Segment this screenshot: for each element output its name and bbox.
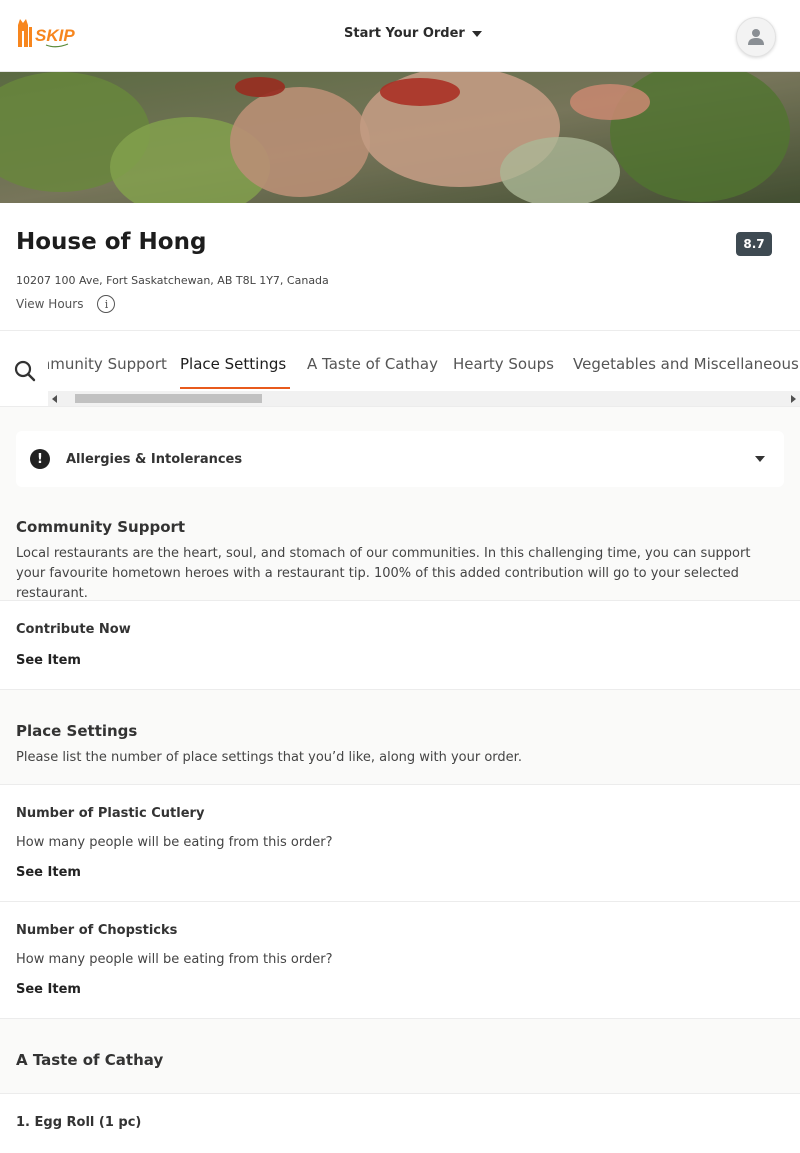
tab-vegetables-and-miscellaneous[interactable]: Vegetables and Miscellaneous — [573, 355, 799, 373]
see-item-button[interactable]: See Item — [16, 982, 81, 997]
section-title-place-settings: Place Settings — [16, 722, 138, 740]
view-hours-link[interactable]: View Hours i — [16, 295, 116, 313]
item-description: How many people will be eating from this… — [16, 835, 333, 850]
item-name: Contribute Now — [16, 622, 131, 637]
alert-icon: ! — [30, 449, 50, 469]
restaurant-hero-image — [0, 72, 800, 203]
caret-down-icon — [471, 30, 482, 37]
chevron-down-icon — [755, 456, 765, 462]
menu-item[interactable]: Number of Chopsticks How many people wil… — [0, 901, 800, 1018]
section-desc-community-support: Local restaurants are the heart, soul, a… — [16, 546, 751, 601]
section-title-community-support: Community Support — [16, 518, 186, 536]
svg-text:SKIP: SKIP — [35, 26, 75, 45]
tabs-scroll-area: Community Support Place Settings A Taste… — [48, 331, 800, 391]
allergies-dropdown[interactable]: ! Allergies & Intolerances — [16, 431, 784, 487]
scroll-left-arrow-icon[interactable] — [52, 395, 57, 403]
start-order-label: Start Your Order — [344, 26, 465, 41]
view-hours-label: View Hours — [16, 297, 84, 311]
menu-item[interactable]: Contribute Now See Item — [0, 600, 800, 690]
section-desc-place-settings: Please list the number of place settings… — [16, 750, 522, 765]
see-item-button[interactable]: See Item — [16, 653, 81, 668]
tab-hearty-soups[interactable]: Hearty Soups — [453, 355, 554, 373]
item-name: Number of Plastic Cutlery — [16, 806, 205, 821]
search-icon[interactable] — [13, 359, 37, 383]
user-icon — [748, 29, 764, 45]
start-order-dropdown[interactable]: Start Your Order — [344, 26, 482, 41]
tabs-horizontal-scrollbar[interactable] — [48, 391, 800, 406]
menu-item[interactable]: 1. Egg Roll (1 pc) — [0, 1093, 800, 1153]
divider — [0, 689, 800, 690]
scrollbar-thumb[interactable] — [75, 394, 262, 403]
tab-a-taste-of-cathay[interactable]: A Taste of Cathay — [307, 355, 438, 373]
active-tab-underline — [180, 387, 290, 389]
restaurant-address: 10207 100 Ave, Fort Saskatchewan, AB T8L… — [16, 274, 329, 287]
scroll-right-arrow-icon[interactable] — [791, 395, 796, 403]
menu-category-tabs: Community Support Place Settings A Taste… — [0, 330, 800, 407]
see-item-button[interactable]: See Item — [16, 865, 81, 880]
skip-logo[interactable]: SKIP — [16, 17, 84, 49]
tab-place-settings[interactable]: Place Settings — [180, 355, 286, 373]
restaurant-name: House of Hong — [16, 229, 207, 255]
allergies-label: Allergies & Intolerances — [66, 451, 243, 467]
rating-badge: 8.7 — [736, 232, 772, 256]
account-button[interactable] — [736, 17, 776, 57]
menu-content: ! Allergies & Intolerances Community Sup… — [0, 407, 800, 1153]
section-title-a-taste-of-cathay: A Taste of Cathay — [16, 1051, 164, 1069]
tab-community-support[interactable]: Community Support — [48, 355, 167, 373]
item-name: Number of Chopsticks — [16, 923, 178, 938]
menu-item[interactable]: Number of Plastic Cutlery How many peopl… — [0, 784, 800, 901]
info-icon[interactable]: i — [97, 295, 116, 313]
divider — [0, 1018, 800, 1019]
item-description: How many people will be eating from this… — [16, 952, 333, 967]
item-name: 1. Egg Roll (1 pc) — [16, 1115, 142, 1130]
top-header: SKIP Start Your Order — [0, 0, 800, 72]
